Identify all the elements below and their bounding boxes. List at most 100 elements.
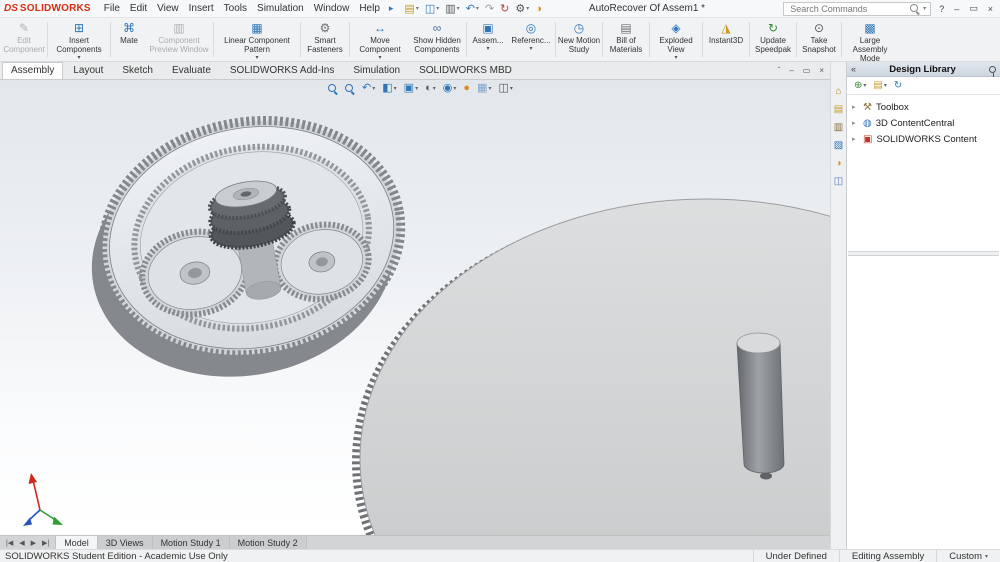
ribbon-button-new-motion-study[interactable]: ◷ New Motion Study	[557, 19, 601, 60]
scroll-first-button[interactable]: |◀	[5, 539, 14, 547]
tree-item-3d-contentcentral[interactable]: ▸ ◍ 3D ContentCentral	[850, 115, 997, 131]
ribbon-button-exploded-view[interactable]: ◈ Exploded View ▾	[651, 19, 701, 60]
pin-panel-icon[interactable]	[989, 66, 996, 73]
menu-tools[interactable]: Tools	[219, 1, 252, 16]
search-input[interactable]	[788, 3, 907, 15]
ribbon-button-instant3d[interactable]: ◮ Instant3D	[704, 19, 748, 60]
tab-sketch[interactable]: Sketch	[113, 62, 162, 79]
collapse-ribbon-icon[interactable]: ˆ	[778, 66, 781, 75]
view-orientation-button[interactable]: ▣▾	[402, 81, 420, 96]
ribbon-button-large-assembly-mode[interactable]: ▩ Large Assembly Mode	[843, 19, 897, 60]
appearances-icon[interactable]: ◑	[835, 158, 841, 169]
edit-appearance-button[interactable]: ●	[461, 81, 472, 96]
scroll-last-button[interactable]: ▶|	[41, 539, 50, 547]
reference-geometry-icon: ◎	[526, 21, 536, 35]
scroll-prev-button[interactable]: ◀	[18, 539, 25, 547]
help-button[interactable]: ?	[939, 4, 944, 14]
menu-view[interactable]: View	[152, 1, 184, 16]
options-button[interactable]: ⚙▾	[512, 2, 532, 16]
menu-insert[interactable]: Insert	[184, 1, 219, 16]
model-tab[interactable]: Model	[56, 536, 98, 549]
ribbon-separator	[749, 22, 750, 57]
menu-edit[interactable]: Edit	[125, 1, 152, 16]
ribbon-button-update-speedpak[interactable]: ↻ Update Speedpak	[751, 19, 795, 60]
status-units-custom[interactable]: Custom▾	[936, 550, 1000, 562]
search-commands-box[interactable]: ▾	[783, 2, 931, 16]
expander-icon[interactable]: ▸	[852, 103, 859, 111]
view-settings-button[interactable]: ◫▾	[496, 81, 514, 96]
ribbon-button-take-snapshot[interactable]: ⊙ Take Snapshot	[798, 19, 840, 60]
undo-button[interactable]: ↶▾	[463, 2, 482, 16]
hide-show-items-button[interactable]: ◉▾	[441, 81, 459, 96]
tab-assembly[interactable]: Assembly	[2, 62, 63, 79]
search-icon[interactable]	[910, 4, 920, 14]
refresh-button[interactable]: ↻	[892, 80, 904, 91]
zoom-area-button[interactable]	[343, 83, 357, 95]
file-explorer-icon[interactable]: ▥	[834, 122, 843, 133]
zoom-fit-button[interactable]	[326, 83, 340, 95]
ribbon-button-smart-fasteners[interactable]: ⚙ Smart Fasteners	[302, 19, 348, 60]
ribbon-button-assembly-features[interactable]: ▣ Assem... ▾	[468, 19, 508, 60]
apply-scene-icon: ▦	[477, 82, 487, 95]
design-library-icon[interactable]: ▤	[834, 104, 843, 115]
open-button[interactable]: ▤▾	[401, 2, 421, 16]
motion-study-2-tab[interactable]: Motion Study 2	[230, 536, 307, 549]
menu-simulation[interactable]: Simulation	[252, 1, 309, 16]
ribbon-button-component-preview-window[interactable]: ▥ Component Preview Window	[146, 19, 212, 60]
planetary-gear-assembly[interactable]	[70, 97, 423, 400]
ribbon-button-move-component[interactable]: ↔ Move Component ▾	[351, 19, 409, 60]
redo-button[interactable]: ↷	[482, 2, 497, 16]
doc-close-button[interactable]: ×	[819, 66, 824, 75]
orientation-triad	[23, 473, 63, 526]
refresh-icon: ↻	[894, 80, 902, 91]
motion-study-1-tab[interactable]: Motion Study 1	[153, 536, 230, 549]
close-button[interactable]: ×	[988, 4, 993, 14]
tree-item-solidworks-content[interactable]: ▸ ▣ SOLIDWORKS Content	[850, 131, 997, 147]
add-to-library-button[interactable]: ⊕▾	[852, 80, 868, 91]
ribbon-button-show-hidden-components[interactable]: ∞ Show Hidden Components	[409, 19, 465, 60]
menu-file[interactable]: File	[99, 1, 125, 16]
tab-simulation[interactable]: Simulation	[344, 62, 409, 79]
pin-cylinder[interactable]	[737, 333, 784, 480]
scroll-next-button[interactable]: ▶	[30, 539, 37, 547]
ribbon-button-mate[interactable]: ⌘ Mate	[112, 19, 146, 60]
exploded-view-icon: ◈	[671, 21, 680, 35]
save-button[interactable]: ◫▾	[422, 2, 442, 16]
section-view-button[interactable]: ◧▾	[380, 81, 398, 96]
minimize-button[interactable]: –	[954, 4, 959, 14]
custom-properties-icon[interactable]: ◫	[834, 176, 843, 187]
rebuild-button[interactable]: ↻	[497, 2, 512, 16]
doc-restore-button[interactable]: ▭	[803, 66, 811, 75]
apply-scene-button[interactable]: ▦▾	[475, 81, 493, 96]
menu-window[interactable]: Window	[309, 1, 355, 16]
expander-icon[interactable]: ▸	[852, 119, 859, 127]
viewport[interactable]: ↶▾ ◧▾ ▣▾ ◐▾ ◉▾ ● ▦▾ ◫▾	[0, 80, 830, 535]
ribbon-separator	[841, 22, 842, 57]
ribbon-button-reference-geometry[interactable]: ◎ Referenc... ▾	[508, 19, 554, 60]
ribbon-button-bill-of-materials[interactable]: ▤ Bill of Materials	[604, 19, 648, 60]
tab-solidworks-add-ins[interactable]: SOLIDWORKS Add-Ins	[221, 62, 343, 79]
ribbon-button-linear-component-pattern[interactable]: ▦ Linear Component Pattern ▾	[215, 19, 299, 60]
view-palette-icon[interactable]: ▧	[834, 140, 843, 151]
doc-minimize-button[interactable]: –	[789, 66, 793, 75]
menubar-pin-icon[interactable]: ▸	[389, 3, 394, 14]
tree-item-toolbox[interactable]: ▸ ⚒ Toolbox	[850, 99, 997, 115]
add-file-location-button[interactable]: ▤▾	[871, 80, 888, 91]
collapse-panel-button[interactable]: «	[851, 64, 856, 74]
appearance-button[interactable]: ◑	[532, 2, 545, 16]
expander-icon[interactable]: ▸	[852, 135, 859, 143]
print-button[interactable]: ▥▾	[442, 2, 462, 16]
ribbon-button-edit-component[interactable]: ✎ Edit Component	[2, 19, 46, 60]
tab-layout[interactable]: Layout	[64, 62, 112, 79]
dropdown-caret-icon: ▾	[255, 55, 258, 61]
solidworks-resources-icon[interactable]: ⌂	[835, 86, 841, 97]
search-caret-icon[interactable]: ▾	[923, 5, 926, 12]
ribbon-button-insert-components[interactable]: ⊞ Insert Components ▾	[49, 19, 109, 60]
tab-solidworks-mbd[interactable]: SOLIDWORKS MBD	[410, 62, 521, 79]
menu-help[interactable]: Help	[354, 1, 385, 16]
maximize-button[interactable]: ▭	[969, 3, 978, 14]
3d-views-tab[interactable]: 3D Views	[98, 536, 153, 549]
display-style-button[interactable]: ◐▾	[423, 81, 438, 96]
tab-evaluate[interactable]: Evaluate	[163, 62, 220, 79]
previous-view-button[interactable]: ↶▾	[360, 81, 377, 96]
